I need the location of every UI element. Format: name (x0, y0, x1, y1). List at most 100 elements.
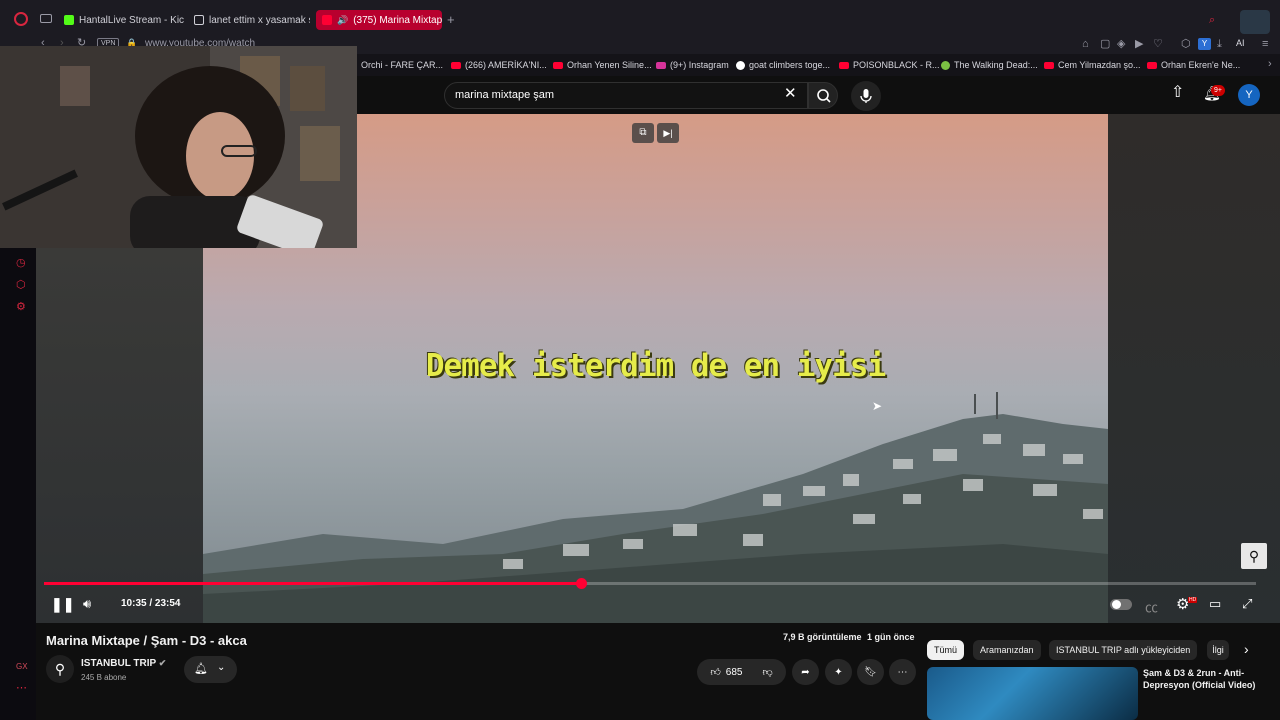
recommendation-thumbnail[interactable] (927, 667, 1138, 720)
youtube-icon (553, 61, 563, 69)
clear-search-icon[interactable]: ✕ (784, 86, 797, 101)
account-avatar[interactable]: Y (1238, 84, 1260, 106)
settings-icon[interactable]: ⚙ (16, 301, 26, 313)
bookmark-icon[interactable]: ⌂ (1082, 38, 1089, 50)
bookmark-item[interactable]: POISONBLACK - R... (839, 58, 940, 72)
menu-icon[interactable]: ≡ (1262, 38, 1268, 50)
dislike-button[interactable]: 👎︎ (762, 666, 772, 678)
video-left-border (36, 248, 203, 623)
history-icon[interactable]: ◷ (16, 257, 26, 269)
profile-ext-icon[interactable]: Y (1198, 38, 1211, 50)
bookmark-label: Cem Yilmazdan şo... (1058, 60, 1141, 70)
search-button[interactable] (808, 82, 838, 109)
bookmark-label: POISONBLACK - R... (853, 60, 940, 70)
more-icon[interactable]: ⋯ (16, 682, 27, 694)
progress-bar[interactable] (44, 578, 1256, 589)
shield-icon[interactable]: ◈ (1117, 38, 1125, 50)
ask-button[interactable]: ✦ (825, 659, 852, 685)
notifications-badge: 9+ (1211, 85, 1225, 96)
subscription-bell-button[interactable]: 🔔︎ ⌄ (184, 656, 237, 683)
chips-next-icon[interactable]: › (1244, 642, 1249, 656)
microphone-icon (860, 89, 872, 103)
sparkle-icon: ✦ (834, 666, 843, 678)
video-subtitle: Demek isterdim de en iyisi (425, 348, 886, 384)
extensions-icon[interactable]: ⬡ (1181, 38, 1191, 50)
extension-icon[interactable] (1240, 10, 1270, 34)
channel-watermark-icon[interactable]: ⚲ (1241, 543, 1267, 569)
volume-icon[interactable]: 🔊︎ (83, 596, 91, 612)
tab-label: (375) Marina Mixtape / (353, 14, 442, 26)
bookmark-item[interactable]: (9+) Instagram (656, 58, 729, 72)
player-icon[interactable]: ▶ (1135, 38, 1143, 50)
like-dislike-group: 👍︎ 685 👎︎ (697, 659, 786, 685)
autoplay-toggle[interactable] (1110, 599, 1132, 610)
miniplayer-button[interactable]: ⧉ (632, 123, 654, 143)
download-icon[interactable]: ⤓ (1217, 38, 1222, 50)
heart-icon[interactable]: ♡ (1153, 38, 1163, 50)
channel-name[interactable]: ISTANBUL TRIP ✔ (81, 658, 166, 669)
pause-button[interactable]: ❚❚ (51, 596, 74, 613)
hd-badge: HD (1188, 597, 1198, 603)
extensions-sidebar-icon[interactable]: ⬡ (16, 279, 26, 291)
channel-avatar[interactable]: ⚲ (46, 655, 74, 683)
speaker-icon[interactable]: 🔊 (337, 15, 348, 26)
bell-icon: 🔔︎ (194, 663, 208, 675)
voice-search-button[interactable] (851, 81, 881, 111)
bookmark-item[interactable]: Cem Yilmazdan şo... (1044, 58, 1141, 72)
bookmark-label: Orchi - FARE ÇAR... (361, 60, 444, 70)
streamer-webcam (0, 46, 357, 248)
more-icon: ⋯ (897, 666, 908, 678)
chip-all[interactable]: Tümü (927, 640, 965, 660)
bookmark-item[interactable]: Orhan Ekren'e Ne... (1147, 58, 1240, 72)
chip-from-uploader[interactable]: ISTANBUL TRIP adlı yükleyiciden (1049, 640, 1198, 660)
chip-from-search[interactable]: Aramanızdan (973, 640, 1041, 660)
verified-icon: ✔ (158, 658, 167, 668)
aria-ai-button[interactable]: AI (1236, 38, 1245, 48)
chevron-right-icon[interactable]: › (1268, 58, 1272, 70)
bookmark-label: (266) AMERİKA'NI... (465, 60, 547, 70)
like-button[interactable]: 👍︎ 685 (710, 666, 742, 679)
chip-related[interactable]: İlgi (1207, 640, 1229, 660)
view-count: 7,9 B görüntüleme 1 gün önce (783, 632, 915, 642)
time-display: 10:35 / 23:54 (121, 598, 181, 609)
bookmark-item[interactable]: The Walking Dead:... (941, 58, 1038, 72)
bookmark-item[interactable]: goat climbers toge... (736, 58, 830, 72)
search-query: marina mixtape şam (455, 89, 555, 101)
bookmark-item[interactable]: Orhan Yenen Siline... (553, 58, 652, 72)
fullscreen-icon[interactable]: ⤢ (1242, 596, 1252, 612)
thumbs-up-icon: 👍︎ (710, 667, 721, 678)
tab-kick[interactable]: HantalLive Stream - Kick D... (58, 10, 184, 30)
bookmark-item[interactable]: Orchi - FARE ÇAR... (361, 58, 443, 72)
youtube-icon (1147, 61, 1157, 69)
bookmark-label: (9+) Instagram (670, 60, 729, 70)
recommendation-title[interactable]: Şam & D3 & 2run - Anti-Depresyon (Offici… (1143, 667, 1273, 691)
mouse-cursor-icon: ➤ (872, 399, 883, 413)
opera-logo-icon[interactable] (14, 12, 28, 26)
more-actions-button[interactable]: ⋯ (889, 659, 916, 685)
save-button[interactable]: 🔖︎ (857, 659, 884, 685)
bookmark-label: The Walking Dead:... (954, 60, 1038, 70)
browser-tab-bar: HantalLive Stream - Kick D... lanet etti… (0, 0, 1280, 34)
document-icon (194, 15, 204, 25)
share-button[interactable]: ➦ (792, 659, 819, 685)
save-icon: 🔖︎ (864, 666, 877, 678)
youtube-icon (839, 61, 849, 69)
new-tab-icon[interactable]: + (447, 13, 455, 26)
captions-icon[interactable]: ㏄ (1145, 597, 1158, 616)
green-site-icon (941, 60, 950, 70)
upload-icon[interactable]: ⇧ (1171, 85, 1184, 101)
theater-mode-icon[interactable]: ▭ (1209, 596, 1221, 612)
share-icon: ➦ (801, 666, 810, 678)
instagram-icon (656, 61, 666, 69)
gx-label: GX (16, 662, 28, 671)
snapshot-icon[interactable]: ▢ (1100, 38, 1110, 50)
bookmark-label: Orhan Yenen Siline... (567, 60, 652, 70)
youtube-icon (322, 15, 332, 25)
tab-search-icon[interactable] (40, 14, 52, 23)
search-tabs-icon[interactable]: ⌕ (1209, 14, 1215, 26)
next-button-overlay[interactable]: ▶| (657, 123, 679, 143)
bookmark-item[interactable]: (266) AMERİKA'NI... (451, 58, 547, 72)
tab-document[interactable]: lanet ettim x yasamak soru... (188, 10, 310, 30)
tab-youtube[interactable]: 🔊 (375) Marina Mixtape / (316, 10, 442, 30)
progress-scrubber[interactable] (575, 578, 587, 589)
